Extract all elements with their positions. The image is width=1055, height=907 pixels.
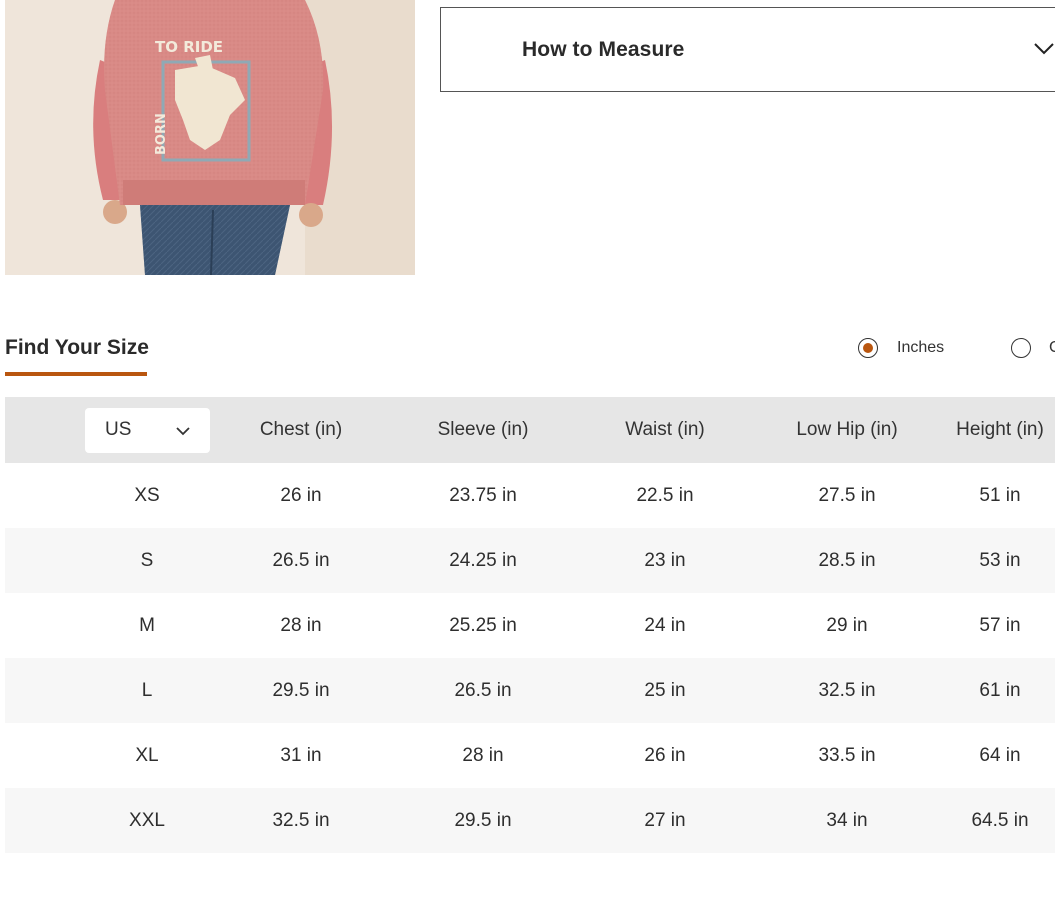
table-header-row: US Chest (in) Sleeve (in) Waist (in) Low… xyxy=(5,397,1055,463)
height-cell: 53 in xyxy=(979,549,1021,571)
waist-cell: 24 in xyxy=(644,614,686,636)
accordion-title: How to Measure xyxy=(522,38,685,61)
product-photo-illustration: TO RIDE BORN xyxy=(5,0,415,275)
waist-cell: 25 in xyxy=(644,679,686,701)
waist-cell: 27 in xyxy=(644,809,686,831)
size-guide-page: TO RIDE BORN How to Measure Find Your Si… xyxy=(0,0,1055,907)
size-system-value: US xyxy=(105,419,132,440)
table-row: XS 26 in 23.75 in 22.5 in 27.5 in 51 in xyxy=(5,463,1055,528)
size-cell: XL xyxy=(135,744,159,766)
size-cell: L xyxy=(141,679,153,701)
sleeve-cell: 26.5 in xyxy=(454,679,512,701)
size-cell: S xyxy=(140,549,154,571)
table-row: L 29.5 in 26.5 in 25 in 32.5 in 61 in xyxy=(5,658,1055,723)
find-your-size-underline xyxy=(5,372,147,376)
size-cell: XS xyxy=(134,484,160,506)
find-your-size-heading: Find Your Size xyxy=(5,336,149,359)
chevron-down-icon[interactable] xyxy=(1033,41,1055,57)
table-row: S 26.5 in 24.25 in 23 in 28.5 in 53 in xyxy=(5,528,1055,593)
sleeve-cell: 23.75 in xyxy=(449,484,517,506)
column-header-sleeve: Sleeve (in) xyxy=(437,419,529,440)
waist-cell: 26 in xyxy=(644,744,686,766)
table-row: XL 31 in 28 in 26 in 33.5 in 64 in xyxy=(5,723,1055,788)
units-radio-cm[interactable] xyxy=(1011,338,1031,358)
height-cell: 64 in xyxy=(979,744,1021,766)
low-hip-cell: 29 in xyxy=(826,614,868,636)
height-cell: 51 in xyxy=(979,484,1021,506)
column-header-chest: Chest (in) xyxy=(259,419,343,440)
low-hip-cell: 32.5 in xyxy=(818,679,876,701)
low-hip-cell: 28.5 in xyxy=(818,549,876,571)
column-header-height: Height (in) xyxy=(956,419,1044,440)
size-system-select[interactable]: US xyxy=(85,408,210,453)
graphic-text-top: TO RIDE xyxy=(155,38,223,56)
low-hip-cell: 34 in xyxy=(826,809,868,831)
how-to-measure-accordion[interactable]: How to Measure xyxy=(440,7,1055,92)
chest-cell: 26 in xyxy=(280,484,322,506)
waist-cell: 22.5 in xyxy=(636,484,694,506)
low-hip-cell: 33.5 in xyxy=(818,744,876,766)
chest-cell: 26.5 in xyxy=(272,549,330,571)
height-cell: 61 in xyxy=(979,679,1021,701)
sleeve-cell: 25.25 in xyxy=(449,614,517,636)
product-image: TO RIDE BORN xyxy=(5,0,415,275)
units-label-cm[interactable]: C xyxy=(1049,339,1055,357)
size-cell: M xyxy=(139,614,155,636)
chevron-down-icon xyxy=(176,427,190,436)
column-header-low-hip: Low Hip (in) xyxy=(796,419,898,440)
waist-cell: 23 in xyxy=(644,549,686,571)
height-cell: 64.5 in xyxy=(971,809,1029,831)
chest-cell: 29.5 in xyxy=(272,679,330,701)
table-row: XXL 32.5 in 29.5 in 27 in 34 in 64.5 in xyxy=(5,788,1055,853)
units-label-inches[interactable]: Inches xyxy=(897,339,944,357)
sleeve-cell: 24.25 in xyxy=(449,549,517,571)
graphic-text-side: BORN xyxy=(154,113,169,155)
column-header-waist: Waist (in) xyxy=(625,419,705,440)
low-hip-cell: 27.5 in xyxy=(818,484,876,506)
height-cell: 57 in xyxy=(979,614,1021,636)
chest-cell: 32.5 in xyxy=(272,809,330,831)
units-radio-inches[interactable] xyxy=(858,338,878,358)
sleeve-cell: 28 in xyxy=(462,744,504,766)
table-row: M 28 in 25.25 in 24 in 29 in 57 in xyxy=(5,593,1055,658)
size-chart-table: US Chest (in) Sleeve (in) Waist (in) Low… xyxy=(5,397,1055,853)
chest-cell: 28 in xyxy=(280,614,322,636)
sleeve-cell: 29.5 in xyxy=(454,809,512,831)
size-cell: XXL xyxy=(129,809,165,831)
chest-cell: 31 in xyxy=(280,744,322,766)
